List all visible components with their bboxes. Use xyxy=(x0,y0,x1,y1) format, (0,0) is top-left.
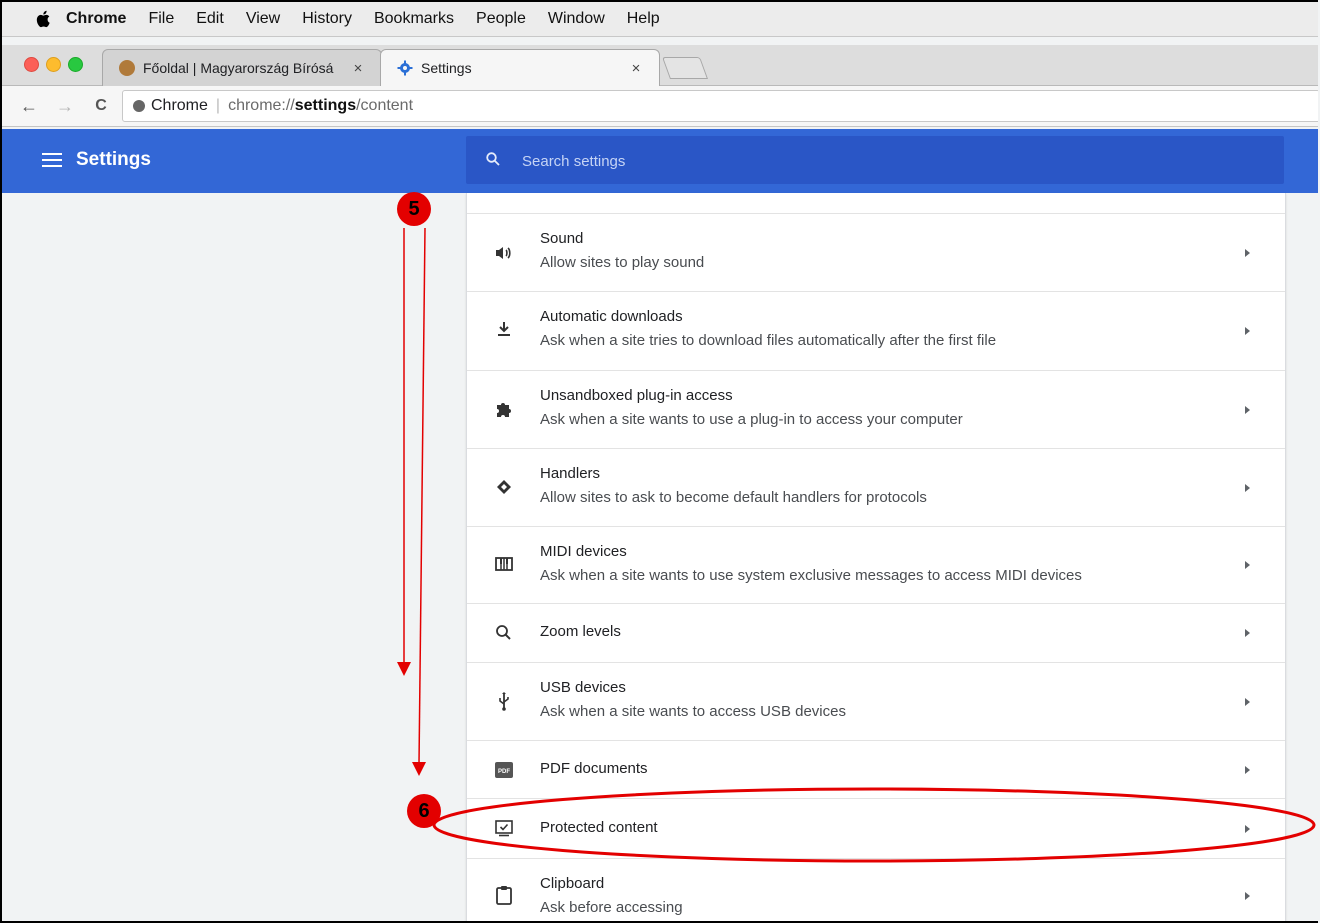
chevron-right-icon xyxy=(1245,406,1250,414)
row-subtitle: Allow sites to ask to become default han… xyxy=(540,489,927,506)
step-6-badge: 6 xyxy=(407,794,441,828)
court-favicon-icon xyxy=(119,60,135,76)
handler-icon xyxy=(497,480,511,494)
menu-icon[interactable] xyxy=(42,153,62,167)
download-icon xyxy=(498,322,510,336)
row-title: Clipboard xyxy=(540,875,605,892)
address-bar[interactable]: Chrome | chrome:// settings /content xyxy=(122,90,1318,122)
chevron-right-icon xyxy=(1245,484,1250,492)
site-label: Chrome xyxy=(151,97,208,114)
menu-view[interactable]: View xyxy=(246,10,280,28)
chevron-right-icon xyxy=(1245,629,1250,637)
menu-window[interactable]: Window xyxy=(548,10,605,28)
row-title: Protected content xyxy=(540,819,658,836)
menu-edit[interactable]: Edit xyxy=(196,10,224,28)
url-prefix: chrome:// xyxy=(228,97,295,114)
menu-people[interactable]: People xyxy=(476,10,526,28)
row-unsandboxed-plugin[interactable]: Unsandboxed plug-in access Ask when a si… xyxy=(467,371,1285,449)
row-title: PDF documents xyxy=(540,760,648,777)
apple-icon[interactable] xyxy=(36,10,52,28)
browser-toolbar: ← → C Chrome | chrome:// settings /conte… xyxy=(2,86,1318,127)
row-sound[interactable]: Sound Allow sites to play sound xyxy=(467,214,1285,292)
minimize-window-button[interactable] xyxy=(46,57,61,72)
piano-icon xyxy=(495,557,513,571)
close-window-button[interactable] xyxy=(24,57,39,72)
chevron-right-icon xyxy=(1245,249,1250,257)
forward-button[interactable]: → xyxy=(56,96,74,117)
row-subtitle: Ask when a site wants to use a plug-in t… xyxy=(540,411,963,428)
mac-menubar: Chrome File Edit View History Bookmarks … xyxy=(2,2,1318,37)
new-tab-button[interactable] xyxy=(661,57,709,79)
row-midi-devices[interactable]: MIDI devices Ask when a site wants to us… xyxy=(467,527,1285,604)
row-handlers[interactable]: Handlers Allow sites to ask to become de… xyxy=(467,449,1285,527)
chevron-right-icon xyxy=(1245,825,1250,833)
chevron-right-icon xyxy=(1245,561,1250,569)
menu-file[interactable]: File xyxy=(148,10,174,28)
chevron-right-icon xyxy=(1245,327,1250,335)
card-top-divider xyxy=(467,193,1285,214)
usb-icon xyxy=(499,692,509,711)
tab-title: Settings xyxy=(421,60,472,76)
separator: | xyxy=(215,97,221,114)
maximize-window-button[interactable] xyxy=(68,57,83,72)
menu-chrome[interactable]: Chrome xyxy=(66,10,126,28)
clipboard-icon xyxy=(496,886,512,905)
close-tab-icon[interactable]: × xyxy=(627,60,645,77)
url-path: /content xyxy=(356,97,414,114)
step-5-badge: 5 xyxy=(397,192,431,226)
menu-help[interactable]: Help xyxy=(627,10,660,28)
chevron-right-icon xyxy=(1245,892,1250,900)
zoom-icon xyxy=(496,625,511,640)
row-protected-content[interactable]: Protected content xyxy=(467,799,1285,859)
tab-settings[interactable]: Settings × xyxy=(380,49,660,86)
row-title: MIDI devices xyxy=(540,543,627,560)
content-settings-card: Sound Allow sites to play sound Automati… xyxy=(466,193,1286,921)
row-subtitle: Ask when a site tries to download files … xyxy=(540,332,997,349)
browser-window: Chrome File Edit View History Bookmarks … xyxy=(0,0,1318,923)
row-subtitle: Allow sites to play sound xyxy=(540,254,705,271)
row-subtitle: Ask when a site wants to access USB devi… xyxy=(540,703,846,720)
search-input[interactable] xyxy=(520,136,1264,186)
gear-icon xyxy=(397,60,413,76)
row-clipboard[interactable]: Clipboard Ask before accessing xyxy=(467,859,1285,921)
chrome-site-icon xyxy=(133,100,145,112)
row-subtitle: Ask when a site wants to use system excl… xyxy=(540,567,1082,584)
row-pdf-documents[interactable]: PDF PDF documents xyxy=(467,741,1285,799)
row-title: Automatic downloads xyxy=(540,308,683,325)
search-icon xyxy=(486,152,500,166)
menu-bookmarks[interactable]: Bookmarks xyxy=(374,10,454,28)
row-title: Handlers xyxy=(540,465,601,482)
back-button[interactable]: ← xyxy=(20,96,38,117)
row-title: Zoom levels xyxy=(540,623,621,640)
row-usb-devices[interactable]: USB devices Ask when a site wants to acc… xyxy=(467,663,1285,741)
row-title: USB devices xyxy=(540,679,626,696)
reload-button[interactable]: C xyxy=(92,97,110,115)
tab-strip: Főoldal | Magyarország Bírósá × Settings… xyxy=(2,45,1318,86)
speaker-icon xyxy=(496,247,511,259)
protected-content-icon xyxy=(495,820,513,837)
svg-text:PDF: PDF xyxy=(498,769,510,775)
page-title: Settings xyxy=(76,149,151,170)
menu-history[interactable]: History xyxy=(302,10,352,28)
url-host: settings xyxy=(294,97,357,114)
puzzle-icon xyxy=(497,403,511,417)
close-tab-icon[interactable]: × xyxy=(349,60,367,77)
tab-title: Főoldal | Magyarország Bírósá xyxy=(143,60,334,76)
chevron-right-icon xyxy=(1245,698,1250,706)
chevron-right-icon xyxy=(1245,766,1250,774)
tab-fooldal[interactable]: Főoldal | Magyarország Bírósá × xyxy=(102,49,382,86)
row-zoom-levels[interactable]: Zoom levels xyxy=(467,604,1285,663)
row-automatic-downloads[interactable]: Automatic downloads Ask when a site trie… xyxy=(467,292,1285,371)
search-bar[interactable] xyxy=(466,136,1284,186)
row-subtitle: Ask before accessing xyxy=(540,899,683,916)
row-title: Unsandboxed plug-in access xyxy=(540,387,733,404)
pdf-icon: PDF xyxy=(495,762,513,778)
row-title: Sound xyxy=(540,230,584,247)
